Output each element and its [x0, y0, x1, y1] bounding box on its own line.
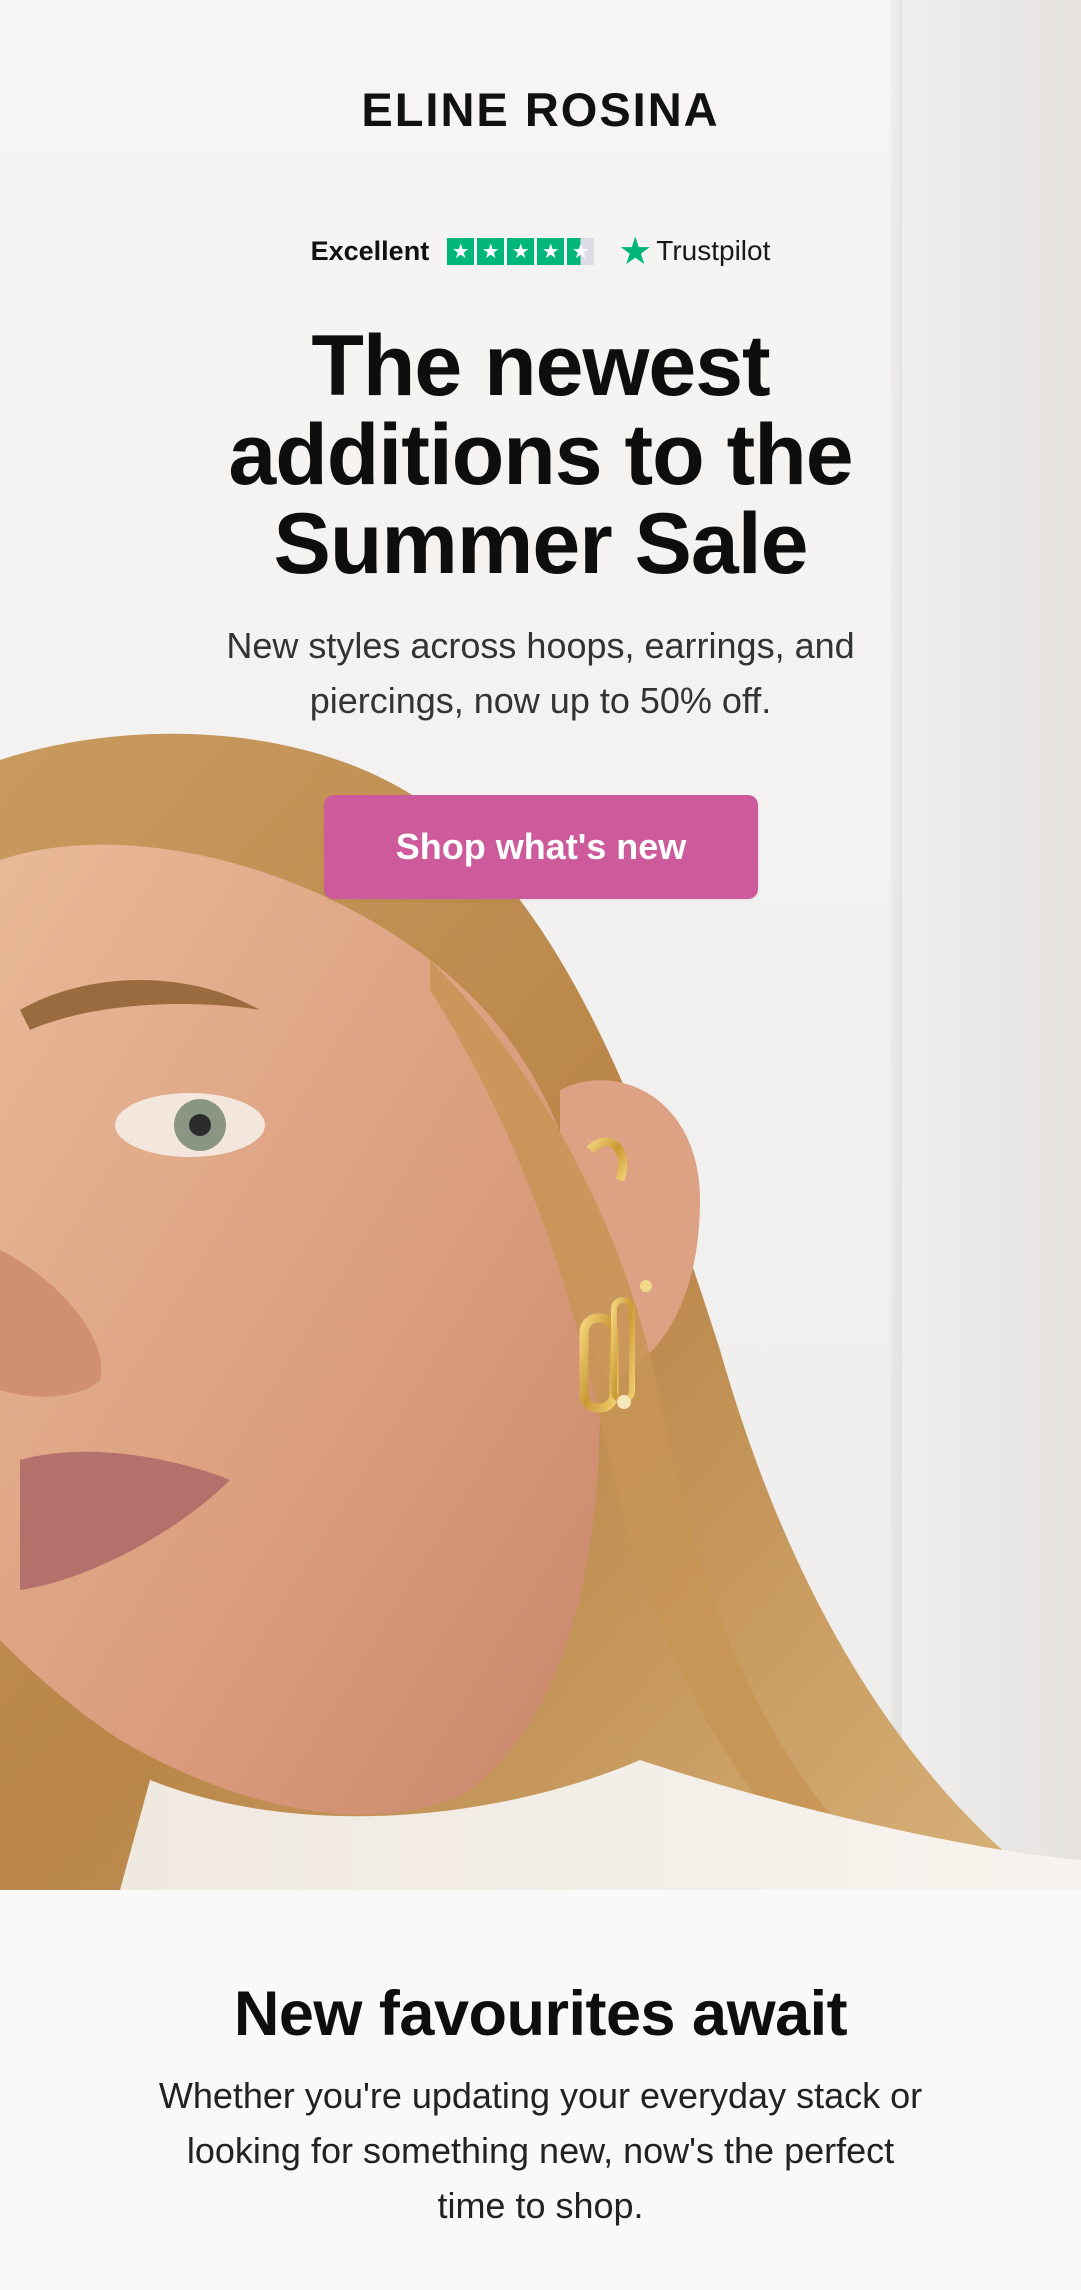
stud-earring — [640, 1280, 652, 1292]
subhead-line: New styles across hoops, earrings, and — [226, 625, 855, 666]
star-icon: ★ — [537, 237, 565, 265]
trustpilot-logo: ★ Trustpilot — [618, 232, 770, 270]
shop-whats-new-button[interactable]: Shop what's new — [324, 795, 758, 899]
rating-label: Excellent — [310, 235, 430, 266]
subhead-line: piercings, now up to 50% off. — [309, 680, 772, 721]
star-icon: ★ — [447, 237, 475, 265]
headline-line: additions to the — [228, 407, 853, 503]
section-text-line: Whether you're updating your everyday st… — [158, 2075, 923, 2116]
hero-subhead: New styles across hoops, earrings, and p… — [160, 618, 921, 728]
trustpilot-star-icon: ★ — [618, 229, 653, 273]
hero-headline: The newest additions to the Summer Sale — [100, 322, 981, 589]
section-text-line: looking for something new, now's the per… — [186, 2130, 895, 2171]
headline-line: The newest — [311, 318, 770, 414]
hero-section: ELINE ROSINA Excellent ★ ★ ★ ★ ★ ★ Trust… — [0, 0, 1081, 1890]
half-star-icon: ★ — [567, 237, 595, 265]
trustpilot-label: Trustpilot — [656, 235, 771, 266]
star-icon: ★ — [477, 237, 505, 265]
headline-line: Summer Sale — [273, 496, 809, 592]
brand-logo[interactable]: ELINE ROSINA — [0, 82, 1081, 137]
star-icon: ★ — [507, 237, 535, 265]
new-favourites-section: New favourites await Whether you're upda… — [0, 1890, 1081, 2290]
section-text: Whether you're updating your everyday st… — [100, 2068, 981, 2233]
section-text-line: time to shop. — [437, 2185, 644, 2226]
trustpilot-rating[interactable]: Excellent ★ ★ ★ ★ ★ ★ Trustpilot — [0, 232, 1081, 270]
star-rating: ★ ★ ★ ★ ★ — [447, 237, 595, 265]
hero-photo — [0, 733, 1081, 1890]
section-title: New favourites await — [233, 1979, 848, 2049]
